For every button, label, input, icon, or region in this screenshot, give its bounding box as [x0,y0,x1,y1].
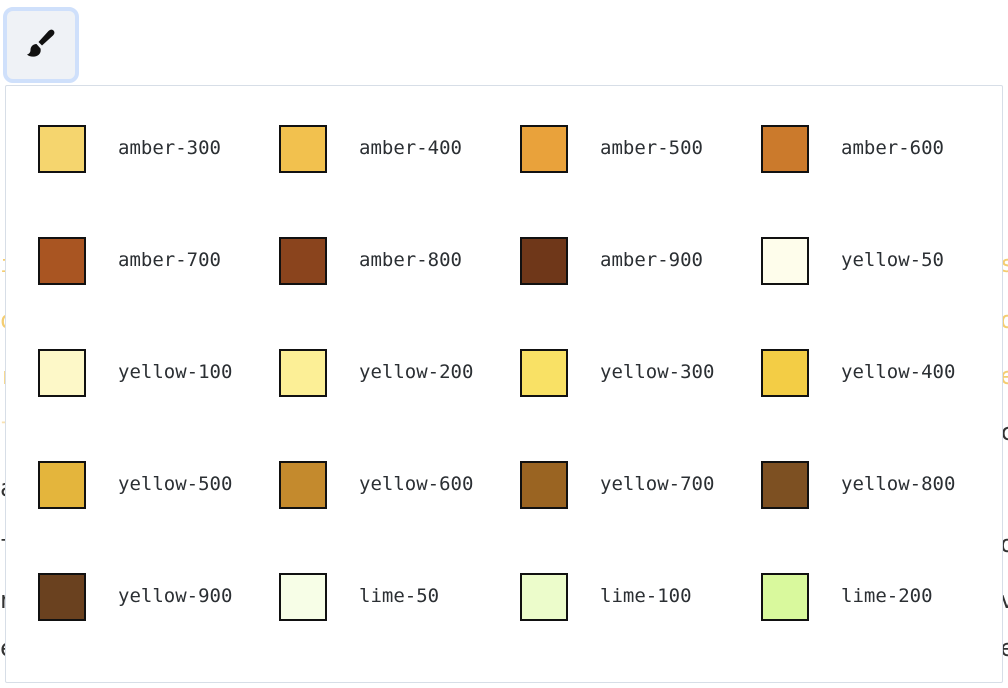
color-swatch[interactable] [761,461,809,509]
color-label: yellow-200 [359,361,474,383]
swatch-grid: amber-300 amber-400 amber-500 amber-600 ambe… [38,125,1002,685]
color-swatch[interactable] [761,237,809,285]
color-label: yellow-100 [118,361,233,383]
color-swatch[interactable] [279,125,327,173]
color-label: amber-700 [118,249,221,271]
color-label: yellow-900 [118,585,233,607]
color-label: amber-400 [359,137,462,159]
color-label: lime-100 [600,585,692,607]
color-option-yellow-600[interactable]: yellow-600 [279,461,520,573]
color-label: amber-500 [600,137,703,159]
color-option-yellow-300[interactable]: yellow-300 [520,349,761,461]
color-swatch[interactable] [279,461,327,509]
color-swatch[interactable] [38,349,86,397]
color-option-amber-700[interactable]: amber-700 [38,237,279,349]
color-option-yellow-800[interactable]: yellow-800 [761,461,1002,573]
color-label: lime-50 [359,585,440,607]
color-swatch[interactable] [761,125,809,173]
color-label: amber-600 [841,137,944,159]
color-swatch[interactable] [279,349,327,397]
color-option-yellow-400[interactable]: yellow-400 [761,349,1002,461]
color-option-yellow-900[interactable]: yellow-900 [38,573,279,685]
color-label: yellow-500 [118,473,233,495]
page: i o r l a t n e s o e c o v e amber-300a… [0,0,1008,688]
color-option-lime-200[interactable]: lime-200 [761,573,1002,685]
color-swatch[interactable] [761,573,809,621]
color-swatch[interactable] [38,237,86,285]
color-swatch[interactable] [279,237,327,285]
color-label: yellow-800 [841,473,956,495]
color-swatch[interactable] [38,461,86,509]
color-label: yellow-400 [841,361,956,383]
color-swatch[interactable] [761,349,809,397]
color-label: amber-800 [359,249,462,271]
color-swatch[interactable] [520,461,568,509]
color-label: yellow-700 [600,473,715,495]
color-option-amber-500[interactable]: amber-500 [520,125,761,237]
color-swatch[interactable] [520,349,568,397]
color-option-yellow-200[interactable]: yellow-200 [279,349,520,461]
color-swatch[interactable] [38,125,86,173]
color-option-lime-100[interactable]: lime-100 [520,573,761,685]
color-swatch[interactable] [520,573,568,621]
color-label: yellow-300 [600,361,715,383]
color-swatch[interactable] [520,125,568,173]
color-option-yellow-50[interactable]: yellow-50 [761,237,1002,349]
color-option-amber-600[interactable]: amber-600 [761,125,1002,237]
color-option-yellow-700[interactable]: yellow-700 [520,461,761,573]
color-option-amber-300[interactable]: amber-300 [38,125,279,237]
color-option-amber-400[interactable]: amber-400 [279,125,520,237]
color-option-amber-900[interactable]: amber-900 [520,237,761,349]
color-picker-button[interactable] [3,7,79,83]
color-option-lime-50[interactable]: lime-50 [279,573,520,685]
color-label: lime-200 [841,585,933,607]
color-swatch[interactable] [38,573,86,621]
paintbrush-icon [24,26,58,64]
color-label: amber-900 [600,249,703,271]
color-option-yellow-500[interactable]: yellow-500 [38,461,279,573]
color-palette-popover: amber-300 amber-400 amber-500 amber-600 ambe… [5,85,1003,683]
color-label: yellow-600 [359,473,474,495]
color-option-amber-800[interactable]: amber-800 [279,237,520,349]
color-swatch[interactable] [279,573,327,621]
color-label: amber-300 [118,137,221,159]
color-label: yellow-50 [841,249,944,271]
color-option-yellow-100[interactable]: yellow-100 [38,349,279,461]
color-swatch[interactable] [520,237,568,285]
